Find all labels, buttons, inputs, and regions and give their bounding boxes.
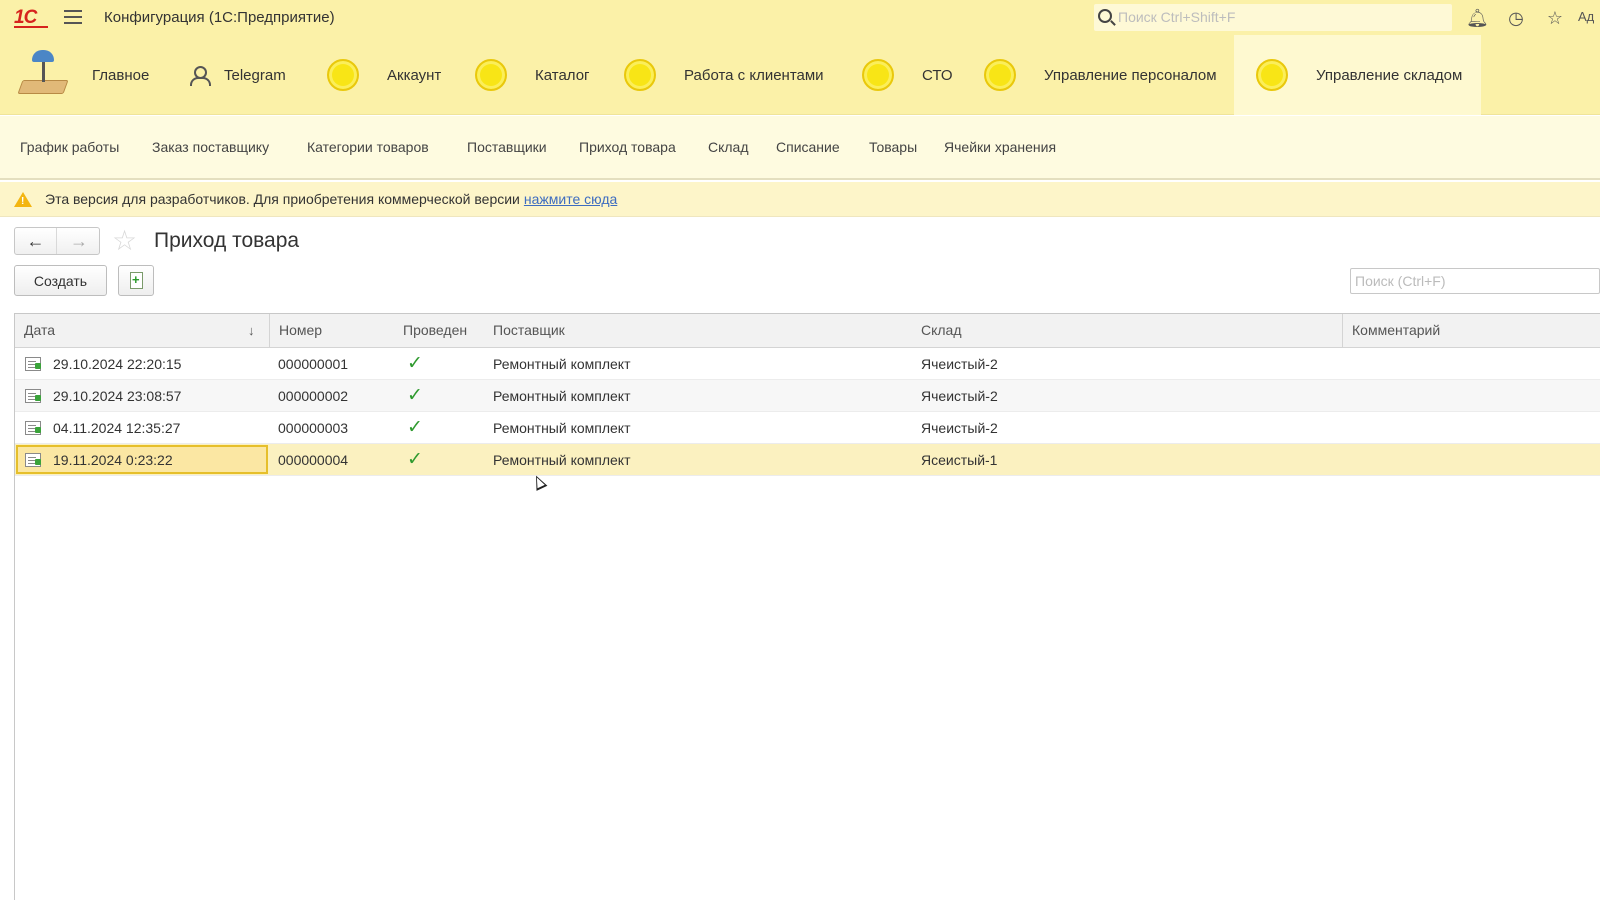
cell-warehouse: Ячеистый-2 [921,356,998,372]
forward-arrow-icon[interactable]: → [58,228,100,254]
history-icon[interactable]: ◷ [1506,8,1526,28]
nav-storage-cells[interactable]: Ячейки хранения [944,139,1056,155]
sort-descending-icon: ↓ [248,323,255,338]
bell-icon[interactable]: 🔔︎ [1466,8,1489,28]
posted-check-icon: ✓ [407,385,423,406]
nav-write-off[interactable]: Списание [776,139,840,155]
table-header: Дата ↓ Номер Проведен Поставщик Склад Ко… [15,314,1600,348]
create-copy-button[interactable] [118,265,154,296]
cell-supplier: Ремонтный комплект [493,356,631,372]
section-label: Управление складом [1316,66,1463,84]
nav-products[interactable]: Товары [869,139,917,155]
yellow-circle-icon [984,59,1016,91]
section-label: Аккаунт [387,66,442,84]
menu-icon[interactable] [64,10,82,24]
current-user[interactable]: Ад [1578,9,1594,24]
table-row-selected[interactable]: 19.11.2024 0:23:22 000000004 ✓ Ремонтный… [15,444,1600,476]
cell-supplier: Ремонтный комплект [493,452,631,468]
warning-text: Эта версия для разработчиков. Для приобр… [45,191,617,207]
nav-work-schedule[interactable]: График работы [20,139,119,155]
section-catalog[interactable]: Каталог [475,35,590,115]
cell-date: 29.10.2024 22:20:15 [53,356,182,372]
search-icon [1098,9,1112,23]
posted-document-icon [25,357,41,371]
cell-number: 000000001 [278,356,349,372]
title-bar: 1С Конфигурация (1С:Предприятие) 🔔︎ ◷ ☆ … [0,0,1600,35]
history-nav: ← → [14,227,100,255]
logo-underline [14,26,48,28]
posted-document-icon [25,421,41,435]
warning-message: Эта версия для разработчиков. Для приобр… [45,191,520,207]
cell-date: 29.10.2024 23:08:57 [53,388,182,404]
section-label: Telegram [224,66,286,84]
list-search-input[interactable] [1350,268,1600,294]
create-button[interactable]: Создать [14,265,107,296]
section-sto[interactable]: СТО [862,35,953,115]
cell-number: 000000004 [278,452,349,468]
section-label: Каталог [535,66,590,84]
section-warehouse[interactable]: Управление складом [1234,35,1481,115]
section-telegram[interactable]: Telegram [190,35,286,115]
yellow-circle-icon [862,59,894,91]
cell-number: 000000003 [278,420,349,436]
nav-supplier-order[interactable]: Заказ поставщику [152,139,269,155]
yellow-circle-icon [1256,59,1288,91]
cell-warehouse: Ячеистый-2 [921,420,998,436]
section-clients[interactable]: Работа с клиентами [624,35,824,115]
subsection-nav: График работы Заказ поставщику Категории… [0,116,1600,180]
back-arrow-icon[interactable]: ← [15,228,57,254]
column-label: Дата [24,322,56,338]
section-label: Работа с клиентами [684,66,824,84]
section-main[interactable]: Главное [17,35,157,115]
warning-icon: ! [14,192,32,207]
yellow-circle-icon [327,59,359,91]
section-label: СТО [922,66,953,84]
cell-warehouse: Ячеистый-2 [921,388,998,404]
section-label: Главное [92,66,150,84]
yellow-circle-icon [624,59,656,91]
section-account[interactable]: Аккаунт [327,35,441,115]
column-warehouse[interactable]: Склад [912,314,1342,347]
cell-date: 04.11.2024 12:35:27 [53,420,181,436]
column-supplier[interactable]: Поставщик [484,314,912,347]
nav-product-categories[interactable]: Категории товаров [307,139,429,155]
add-favorite-star-icon[interactable]: ☆ [112,226,137,256]
posted-check-icon: ✓ [407,353,423,374]
column-date[interactable]: Дата ↓ [15,314,269,347]
global-search[interactable] [1094,4,1452,31]
posted-document-icon [25,453,41,467]
section-personnel[interactable]: Управление персоналом [984,35,1217,115]
desk-lamp-icon [17,50,72,100]
page-title: Приход товара [154,229,300,252]
cell-number: 000000002 [278,388,349,404]
nav-warehouse[interactable]: Склад [708,139,749,155]
cell-warehouse: Ясеистый-1 [921,452,998,468]
column-number[interactable]: Номер [269,314,394,347]
posted-document-icon [25,389,41,403]
document-add-icon [130,272,143,289]
global-search-input[interactable] [1118,7,1438,27]
posted-check-icon: ✓ [407,449,423,470]
app-title: Конфигурация (1С:Предприятие) [104,9,335,26]
section-label: Управление персоналом [1044,66,1217,84]
person-icon [190,66,211,86]
table-row[interactable]: 29.10.2024 23:08:57 000000002 ✓ Ремонтны… [15,380,1600,412]
favorites-star-icon[interactable]: ☆ [1545,8,1565,28]
column-comment[interactable]: Комментарий [1342,314,1600,347]
cell-supplier: Ремонтный комплект [493,388,631,404]
table-row[interactable]: 29.10.2024 22:20:15 000000001 ✓ Ремонтны… [15,348,1600,380]
sections-panel: Главное Telegram Аккаунт Каталог Работа … [0,35,1600,115]
nav-suppliers[interactable]: Поставщики [467,139,547,155]
column-posted[interactable]: Проведен [394,314,484,347]
yellow-circle-icon [475,59,507,91]
developer-version-warning: ! Эта версия для разработчиков. Для прио… [0,182,1600,217]
documents-table: Дата ↓ Номер Проведен Поставщик Склад Ко… [14,313,1600,900]
table-row[interactable]: 04.11.2024 12:35:27 000000003 ✓ Ремонтны… [15,412,1600,444]
cell-supplier: Ремонтный комплект [493,420,631,436]
buy-commercial-link[interactable]: нажмите сюда [524,191,617,207]
nav-goods-receipt[interactable]: Приход товара [579,139,676,155]
posted-check-icon: ✓ [407,417,423,438]
cell-date: 19.11.2024 0:23:22 [53,452,173,468]
